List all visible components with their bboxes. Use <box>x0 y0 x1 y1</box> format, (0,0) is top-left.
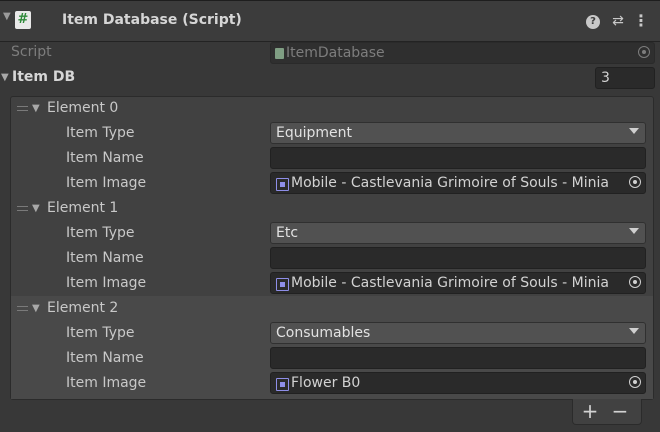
item-type-label: Item Type <box>66 325 135 341</box>
sprite-icon <box>276 278 289 291</box>
item-type-label: Item Type <box>66 225 135 241</box>
list-size-value: 3 <box>601 70 610 86</box>
settings-icon[interactable]: ⇄ <box>609 12 627 30</box>
dropdown-arrow-icon <box>629 128 639 134</box>
item-type-value: Equipment <box>276 125 352 141</box>
item-name-label: Item Name <box>66 350 144 366</box>
item-image-label: Item Image <box>66 375 147 391</box>
script-label: Script <box>11 44 52 60</box>
object-picker-icon[interactable] <box>629 376 641 388</box>
item-name-input[interactable] <box>270 247 646 269</box>
object-picker-icon[interactable] <box>638 46 650 58</box>
add-element-button[interactable]: + <box>577 400 603 422</box>
item-image-label: Item Image <box>66 175 147 191</box>
item-image-value: Mobile - Castlevania Grimoire of Souls -… <box>291 175 609 191</box>
item-image-value: Flower B0 <box>291 375 361 391</box>
item-name-input[interactable] <box>270 347 646 369</box>
element-title[interactable]: Element 2 <box>47 300 118 316</box>
item-image-field[interactable]: Mobile - Castlevania Grimoire of Souls -… <box>270 172 646 194</box>
sprite-icon <box>276 178 289 191</box>
help-icon[interactable]: ? <box>584 12 602 30</box>
foldout-arrow-icon[interactable]: ▼ <box>32 203 40 214</box>
element-title[interactable]: Element 1 <box>47 200 118 216</box>
sprite-icon <box>276 378 289 391</box>
collapse-arrow-icon[interactable]: ▼ <box>3 11 11 22</box>
foldout-arrow-icon[interactable]: ▼ <box>32 303 40 314</box>
dropdown-arrow-icon <box>629 228 639 234</box>
item-name-label: Item Name <box>66 150 144 166</box>
item-image-field[interactable]: Mobile - Castlevania Grimoire of Souls -… <box>270 272 646 294</box>
item-image-value: Mobile - Castlevania Grimoire of Souls -… <box>291 275 609 291</box>
item-db-label[interactable]: Item DB <box>12 69 75 85</box>
element-title[interactable]: Element 0 <box>47 100 118 116</box>
item-type-value: Etc <box>276 225 299 241</box>
foldout-arrow-icon[interactable]: ▼ <box>32 103 40 114</box>
dropdown-arrow-icon <box>629 328 639 334</box>
item-type-dropdown[interactable]: Etc <box>270 222 646 244</box>
item-type-label: Item Type <box>66 125 135 141</box>
item-name-label: Item Name <box>66 250 144 266</box>
item-type-value: Consumables <box>276 325 371 341</box>
drag-handle-icon[interactable] <box>17 306 28 311</box>
script-field-value: ItemDatabase <box>286 45 385 61</box>
drag-handle-icon[interactable] <box>17 206 28 211</box>
script-icon: # <box>15 11 31 29</box>
list-size-field[interactable]: 3 <box>595 67 655 89</box>
item-type-dropdown[interactable]: Consumables <box>270 322 646 344</box>
object-picker-icon[interactable] <box>629 176 641 188</box>
component-title: Item Database (Script) <box>62 12 242 28</box>
item-name-input[interactable] <box>270 147 646 169</box>
item-image-field[interactable]: Flower B0 <box>270 372 646 394</box>
foldout-arrow-icon[interactable]: ▼ <box>1 72 9 83</box>
script-field[interactable]: ItemDatabase <box>270 42 655 64</box>
remove-element-button[interactable]: − <box>607 400 633 422</box>
menu-icon[interactable]: ⋮ <box>632 12 650 30</box>
item-image-label: Item Image <box>66 275 147 291</box>
object-picker-icon[interactable] <box>629 276 641 288</box>
script-asset-icon <box>275 48 284 59</box>
drag-handle-icon[interactable] <box>17 106 28 111</box>
item-type-dropdown[interactable]: Equipment <box>270 122 646 144</box>
